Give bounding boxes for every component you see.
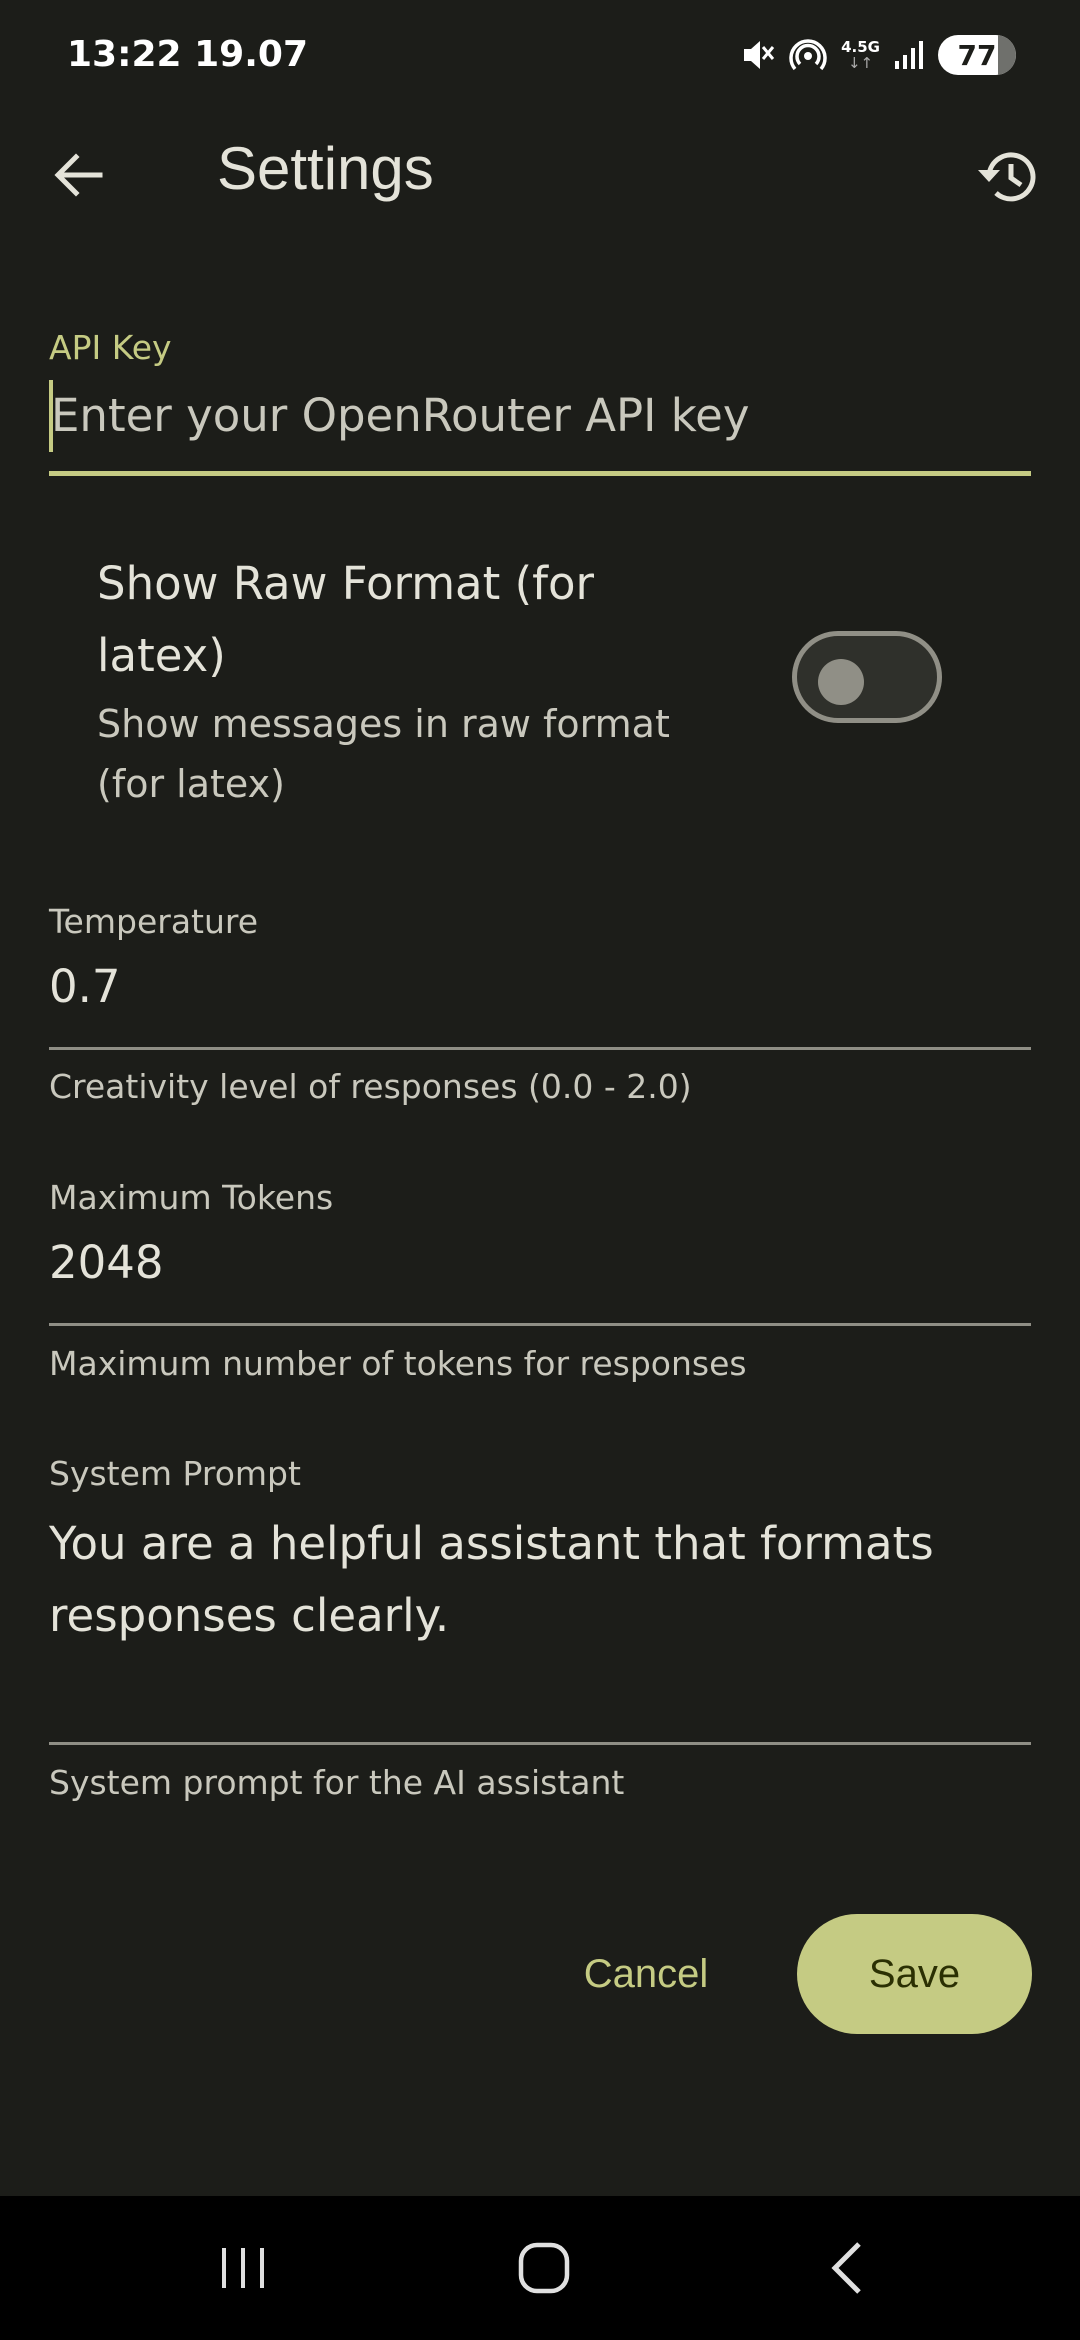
raw-format-toggle[interactable] — [792, 631, 942, 723]
app-bar: Settings — [0, 120, 1080, 230]
hotspot-icon — [789, 37, 827, 73]
page-title: Settings — [217, 135, 434, 202]
battery-icon: 77 — [938, 35, 1016, 75]
recents-button[interactable] — [193, 2218, 293, 2318]
status-bar: 13:22 19.07 4.5G ↓↑ 77 — [0, 0, 1080, 115]
api-key-field — [49, 375, 1033, 476]
mute-icon — [741, 37, 775, 73]
max-tokens-helper: Maximum number of tokens for responses — [49, 1344, 747, 1383]
recents-icon — [222, 2248, 264, 2288]
temperature-helper: Creativity level of responses (0.0 - 2.0… — [49, 1067, 692, 1106]
api-key-input[interactable] — [49, 375, 1033, 455]
back-button[interactable] — [40, 137, 116, 213]
home-button[interactable] — [494, 2218, 594, 2318]
api-key-label: API Key — [49, 328, 172, 367]
max-tokens-input[interactable]: 2048 — [49, 1236, 1031, 1289]
nav-back-button[interactable] — [797, 2218, 897, 2318]
system-prompt-input[interactable]: You are a helpful assistant that formats… — [49, 1508, 1009, 1652]
temperature-input[interactable]: 0.7 — [49, 960, 1031, 1013]
toggle-thumb — [818, 659, 864, 705]
home-icon — [518, 2242, 570, 2294]
system-prompt-helper: System prompt for the AI assistant — [49, 1763, 625, 1802]
raw-format-subtitle: Show messages in raw format (for latex) — [97, 702, 670, 806]
network-type-icon: 4.5G ↓↑ — [841, 38, 880, 72]
system-prompt-label: System Prompt — [49, 1454, 301, 1493]
status-time-date: 13:22 19.07 — [67, 34, 308, 75]
battery-level: 77 — [957, 38, 997, 72]
temperature-underline — [49, 1047, 1031, 1050]
nav-back-icon — [831, 2242, 861, 2294]
text-caret — [49, 380, 53, 452]
max-tokens-label: Maximum Tokens — [49, 1178, 334, 1217]
save-button[interactable]: Save — [797, 1914, 1032, 2034]
navigation-bar — [0, 2196, 1080, 2340]
signal-icon — [894, 39, 924, 71]
history-icon — [978, 152, 1036, 202]
history-button[interactable] — [968, 137, 1048, 217]
raw-format-title: Show Raw Format (for latex) — [97, 557, 594, 682]
network-type-label: 4.5G — [841, 38, 880, 56]
max-tokens-underline — [49, 1323, 1031, 1326]
temperature-label: Temperature — [49, 902, 259, 941]
arrow-back-icon — [54, 153, 103, 197]
cancel-button[interactable]: Cancel — [558, 1914, 734, 2034]
status-icons: 4.5G ↓↑ 77 — [741, 32, 1016, 78]
system-prompt-underline — [49, 1742, 1031, 1745]
